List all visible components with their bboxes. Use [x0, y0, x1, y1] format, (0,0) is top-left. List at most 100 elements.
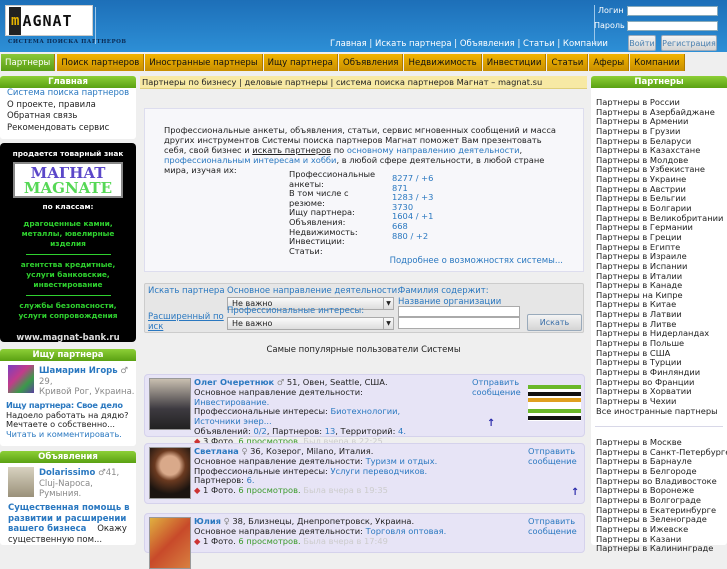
top-link-companies[interactable]: Компании [563, 39, 608, 49]
activity-link[interactable]: Туризм и отдых. [366, 456, 438, 466]
send-message-link[interactable]: Отправить сообщение [528, 446, 584, 467]
activity-link[interactable]: Инвестирование. [194, 397, 269, 407]
search-button[interactable]: Искать [527, 314, 582, 331]
menu-item-feedback[interactable]: Обратная связь [0, 111, 136, 123]
tab-foreign-partners[interactable]: Иностранные партнеры [145, 54, 263, 71]
divider [595, 426, 723, 428]
stats-values: 8277 / +6 871 1283 / +3 3730 1604 / +1 668 880… [392, 173, 433, 242]
partners-count-link[interactable]: 6. [247, 475, 255, 485]
country-partners-link[interactable]: Все иностранные партнеры [591, 406, 727, 417]
search-partners-link[interactable]: искать партнеров [252, 145, 331, 155]
login-input[interactable] [627, 6, 718, 16]
trademark-banner[interactable]: продается товарный знак MAГHAT MAGNATE по… [0, 143, 136, 343]
stat-label: Статьи: [289, 245, 323, 256]
main-nav: Партнеры Поиск партнеров Иностранные пар… [0, 54, 685, 71]
login-button[interactable]: Войти [628, 35, 656, 51]
tab-investments[interactable]: Инвестиции [482, 54, 547, 71]
interests-select[interactable]: Не важно ▼ [227, 317, 394, 330]
menu-item-about[interactable]: О проекте, правила [0, 100, 136, 112]
read-comment-link[interactable]: Читать и комментировать. [6, 429, 136, 440]
logo[interactable]: m AGNAT [5, 5, 93, 36]
user-name-link[interactable]: Олег Очеретнюк [194, 377, 274, 387]
intro-text: Профессиональные анкеты, объявления, ста… [164, 125, 557, 175]
male-icon: ♂ [276, 377, 285, 387]
interests-link[interactable]: Услуги переводчиков. [330, 466, 427, 476]
tab-real-estate[interactable]: Недвижимость [404, 54, 482, 71]
views-count: 6 просмотров. [238, 485, 301, 496]
activity-label: Основное направление деятельности: [227, 286, 401, 296]
photos-count[interactable]: 1 Фото. [203, 485, 236, 495]
user-name-link[interactable]: Шамарин Игорь [39, 366, 118, 376]
user-avatar[interactable] [8, 467, 34, 497]
city-partners-link[interactable]: Партнеры в Калининграде [591, 544, 727, 554]
chevron-down-icon: ▼ [383, 298, 393, 309]
trademark-logo: MAГHAT MAGNATE [13, 162, 123, 198]
tab-ads[interactable]: Объявления [338, 54, 404, 71]
activity-link[interactable]: основному направлению деятельности [347, 145, 520, 155]
password-input[interactable] [627, 21, 718, 31]
partner-badge-image[interactable] [528, 385, 581, 421]
logo-subtitle: СИСТЕМА ПОИСКА ПАРТНЕРОВ [8, 39, 127, 45]
top-link-home[interactable]: Главная [330, 39, 367, 49]
surname-input[interactable] [398, 306, 520, 317]
tab-companies[interactable]: Компании [630, 54, 685, 71]
ads-box: Объявления Dolarissimo ♂41, Cluj-Napoca,… [0, 451, 136, 545]
up-arrow-icon[interactable]: ↑ [571, 488, 579, 498]
top-link-articles[interactable]: Статьи [523, 39, 555, 49]
header: m AGNAT СИСТЕМА ПОИСКА ПАРТНЕРОВ Главная … [0, 0, 727, 52]
top-link-search[interactable]: Искать партнера [375, 39, 452, 49]
register-button[interactable]: Регистрация [661, 35, 717, 51]
female-icon: ♀ [241, 446, 248, 456]
ads-count-link[interactable]: 0/2 [253, 426, 266, 436]
up-arrow-icon[interactable]: ↑ [487, 419, 495, 429]
right-partners-menu: Партнеры Партнеры в России Партнеры в Азе… [591, 76, 727, 553]
tab-seeking-partner[interactable]: Ищу партнера [263, 54, 338, 71]
user-photo[interactable] [149, 517, 191, 569]
user-info: 38, Близнецы, Днепропетровск, Украина. [232, 516, 415, 526]
send-message-link[interactable]: Отправить сообщение [472, 377, 528, 398]
tab-scams[interactable]: Аферы [589, 54, 630, 71]
partners-count-link[interactable]: 13 [325, 426, 336, 436]
breadcrumb: Партнеры по бизнесу | деловые партнеры |… [140, 76, 587, 89]
divider [25, 295, 111, 296]
divider [95, 7, 96, 44]
countries-list: Партнеры в России Партнеры в Азербайджане… [591, 97, 727, 417]
tab-partners[interactable]: Партнеры [1, 54, 56, 71]
send-message-link[interactable]: Отправить сообщение [528, 516, 584, 537]
user-name-link[interactable]: Юлия [194, 516, 221, 526]
user-info: 36, Козерог, Milano, Италия. [250, 446, 374, 456]
interests-link[interactable]: профессиональным интересам и хобби [164, 155, 336, 165]
search-title: Искать партнера [148, 286, 225, 296]
activity-link[interactable]: Торговля оптовая. [366, 526, 447, 536]
popular-users-title: Самые популярные пользователи Системы [266, 345, 461, 355]
more-info-link[interactable]: Подробнее о возможностях системы... [390, 256, 563, 266]
seek-partner-title: Ищу партнера [0, 349, 136, 361]
top-link-ads[interactable]: Объявления [460, 39, 515, 49]
org-input[interactable] [398, 317, 520, 329]
menu-item-system[interactable]: Система поиска партнеров [0, 88, 136, 100]
search-form: Искать партнера Расширенный поиск Основн… [144, 283, 584, 333]
tab-articles[interactable]: Статьи [547, 54, 589, 71]
territories-count-link[interactable]: 4. [398, 426, 406, 436]
user-name-link[interactable]: Dolarissimo [39, 468, 95, 478]
user-photo[interactable] [149, 447, 191, 499]
user-name-link[interactable]: Светлана [194, 446, 239, 456]
top-links: Главная | Искать партнера | Объявления |… [330, 39, 608, 49]
photos-count[interactable]: 1 Фото. [203, 536, 236, 546]
password-label: Пароль [594, 21, 625, 30]
user-avatar[interactable] [8, 365, 34, 393]
tab-partner-search[interactable]: Поиск партнеров [57, 54, 145, 71]
user-city: Cluj-Napoca, Румыния. [39, 478, 93, 500]
male-icon: ♂ [120, 366, 128, 376]
menu-item-recommend[interactable]: Рекомендовать сервис [0, 123, 136, 135]
advanced-search-link[interactable]: Расширенный поиск [148, 312, 228, 332]
left-main-menu: Главная Система поиска партнеров О проек… [0, 76, 136, 139]
user-age: 41, [105, 468, 120, 478]
stat-value-link[interactable]: 880 / +2 [392, 231, 433, 242]
interests-label: Профессиональные интересы: [227, 306, 365, 316]
intro-box: Профессиональные анкеты, объявления, ста… [144, 108, 584, 272]
banner-class-1: драгоценные камни, металлы, ювелирные из… [21, 219, 115, 248]
surname-label: Фамилия содержит: [398, 286, 489, 296]
photo-stack-icon: ◆ [194, 485, 201, 496]
user-photo[interactable] [149, 378, 191, 430]
